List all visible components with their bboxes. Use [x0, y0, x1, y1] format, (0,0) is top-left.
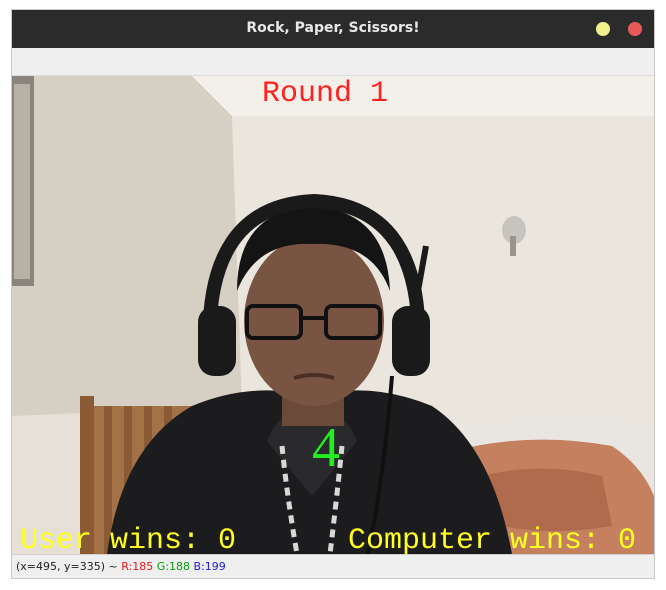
countdown-number: 4	[312, 417, 340, 479]
close-button[interactable]	[628, 22, 642, 36]
cursor-coordinates: (x=495, y=335) ~	[16, 560, 118, 573]
title-bar[interactable]: Rock, Paper, Scissors!	[12, 10, 654, 48]
pixel-blue-value: B:199	[193, 560, 226, 573]
pixel-red-value: R:185	[121, 560, 154, 573]
webcam-view[interactable]: Round 1 4 User wins: 0 Computer wins: 0	[12, 76, 654, 554]
minimize-button[interactable]	[596, 22, 610, 36]
app-window: Rock, Paper, Scissors! Round 1 4 User wi…	[12, 10, 654, 578]
user-wins-score: User wins: 0	[20, 524, 237, 554]
toolbar	[12, 48, 654, 76]
window-title: Rock, Paper, Scissors!	[246, 20, 420, 36]
pixel-green-value: G:188	[156, 560, 190, 573]
computer-wins-score: Computer wins: 0	[348, 524, 637, 554]
status-bar: (x=495, y=335) ~ R:185 G:188 B:199	[12, 554, 654, 578]
webcam-scene	[12, 76, 654, 554]
round-label: Round 1	[262, 77, 389, 111]
